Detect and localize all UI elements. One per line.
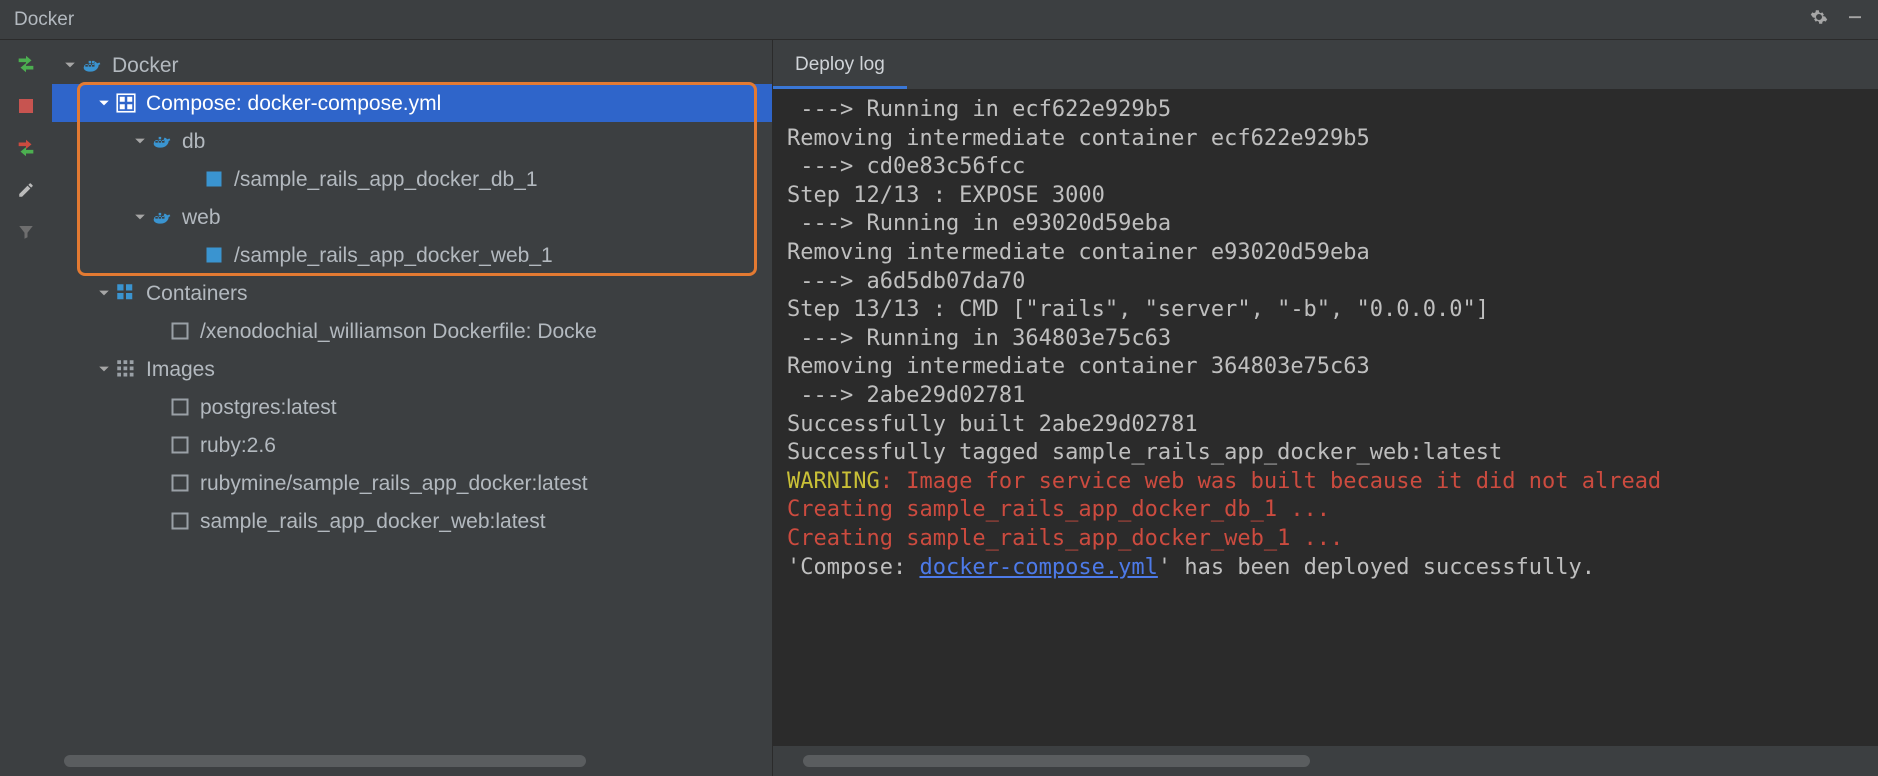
- tree-label: web: [182, 207, 221, 228]
- log-line: ---> 2abe29d02781: [787, 382, 1868, 411]
- tree-node-container-other[interactable]: /xenodochial_williamson Dockerfile: Dock…: [52, 312, 772, 350]
- tree-label: sample_rails_app_docker_web:latest: [200, 511, 546, 532]
- log-line: Removing intermediate container 364803e7…: [787, 353, 1868, 382]
- log-line: 'Compose: docker-compose.yml' has been d…: [787, 554, 1868, 583]
- tree-node-image[interactable]: ruby:2.6: [52, 426, 772, 464]
- tree-node-docker-root[interactable]: Docker: [52, 46, 772, 84]
- log-line: ---> Running in e93020d59eba: [787, 210, 1868, 239]
- side-toolbar: [0, 40, 52, 776]
- tree-node-container-web[interactable]: /sample_rails_app_docker_web_1: [52, 236, 772, 274]
- image-icon: [168, 472, 192, 494]
- image-icon: [168, 434, 192, 456]
- log-line: WARNING: Image for service web was built…: [787, 468, 1868, 497]
- deploy-log-output[interactable]: ---> Running in ecf622e929b5Removing int…: [773, 90, 1878, 746]
- containers-group-icon: [114, 282, 138, 304]
- tree-pane: Docker Compose: docker-compose.yml db: [52, 40, 772, 776]
- log-line: ---> cd0e83c56fcc: [787, 153, 1868, 182]
- tree-label: Containers: [146, 283, 248, 304]
- container-stopped-icon: [168, 320, 192, 342]
- panel-title-bar: Docker: [0, 0, 1878, 40]
- chevron-down-icon[interactable]: [60, 55, 80, 75]
- tree-label: postgres:latest: [200, 397, 337, 418]
- tree-node-image[interactable]: postgres:latest: [52, 388, 772, 426]
- log-line: Successfully tagged sample_rails_app_doc…: [787, 439, 1868, 468]
- tree-node-service-db[interactable]: db: [52, 122, 772, 160]
- stop-icon[interactable]: [12, 92, 40, 120]
- tree-node-containers[interactable]: Containers: [52, 274, 772, 312]
- tree-label: /xenodochial_williamson Dockerfile: Dock…: [200, 321, 597, 342]
- tree-label: /sample_rails_app_docker_db_1: [234, 169, 538, 190]
- image-icon: [168, 510, 192, 532]
- tree-node-images[interactable]: Images: [52, 350, 772, 388]
- tree-node-compose[interactable]: Compose: docker-compose.yml: [52, 84, 772, 122]
- chevron-down-icon[interactable]: [94, 283, 114, 303]
- chevron-down-icon[interactable]: [94, 359, 114, 379]
- container-running-icon: [202, 168, 226, 190]
- docker-tree[interactable]: Docker Compose: docker-compose.yml db: [52, 46, 772, 746]
- tree-label: /sample_rails_app_docker_web_1: [234, 245, 553, 266]
- log-line: Removing intermediate container ecf622e9…: [787, 125, 1868, 154]
- tree-node-service-web[interactable]: web: [52, 198, 772, 236]
- log-line: ---> Running in ecf622e929b5: [787, 96, 1868, 125]
- docker-service-icon: [150, 130, 174, 152]
- log-tabs: Deploy log: [773, 40, 1878, 90]
- tree-node-container-db[interactable]: /sample_rails_app_docker_db_1: [52, 160, 772, 198]
- chevron-down-icon[interactable]: [130, 207, 150, 227]
- container-running-icon: [202, 244, 226, 266]
- minimize-icon[interactable]: [1846, 8, 1864, 32]
- tree-node-image[interactable]: rubymine/sample_rails_app_docker:latest: [52, 464, 772, 502]
- log-line: ---> Running in 364803e75c63: [787, 325, 1868, 354]
- tree-label: db: [182, 131, 205, 152]
- tree-node-image[interactable]: sample_rails_app_docker_web:latest: [52, 502, 772, 540]
- tab-deploy-log[interactable]: Deploy log: [773, 42, 907, 89]
- log-line: Creating sample_rails_app_docker_web_1 .…: [787, 525, 1868, 554]
- edit-icon[interactable]: [12, 176, 40, 204]
- tree-label: Compose: docker-compose.yml: [146, 93, 441, 114]
- images-group-icon: [114, 358, 138, 380]
- filter-icon[interactable]: [12, 218, 40, 246]
- tree-label: rubymine/sample_rails_app_docker:latest: [200, 473, 588, 494]
- deploy-icon[interactable]: [12, 50, 40, 78]
- tree-label: ruby:2.6: [200, 435, 276, 456]
- redeploy-icon[interactable]: [12, 134, 40, 162]
- panel-title: Docker: [14, 9, 74, 31]
- log-line: Removing intermediate container e93020d5…: [787, 239, 1868, 268]
- image-icon: [168, 396, 192, 418]
- log-horizontal-scrollbar[interactable]: [803, 754, 1860, 768]
- docker-icon: [80, 54, 104, 76]
- chevron-down-icon[interactable]: [130, 131, 150, 151]
- tree-label: Images: [146, 359, 215, 380]
- tree-horizontal-scrollbar[interactable]: [64, 754, 760, 768]
- compose-icon: [114, 92, 138, 114]
- log-line: Creating sample_rails_app_docker_db_1 ..…: [787, 496, 1868, 525]
- docker-service-icon: [150, 206, 174, 228]
- log-line: Successfully built 2abe29d02781: [787, 411, 1868, 440]
- log-line: Step 12/13 : EXPOSE 3000: [787, 182, 1868, 211]
- gear-icon[interactable]: [1810, 8, 1828, 32]
- log-line: ---> a6d5db07da70: [787, 268, 1868, 297]
- tree-label: Docker: [112, 55, 179, 76]
- chevron-down-icon[interactable]: [94, 93, 114, 113]
- log-line: Step 13/13 : CMD ["rails", "server", "-b…: [787, 296, 1868, 325]
